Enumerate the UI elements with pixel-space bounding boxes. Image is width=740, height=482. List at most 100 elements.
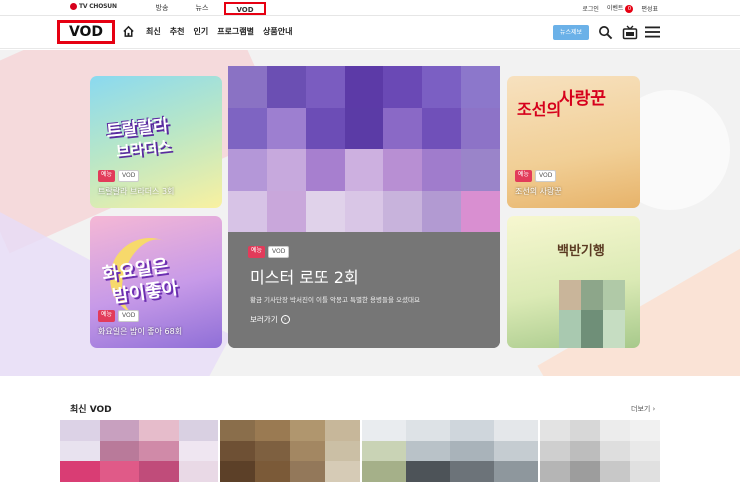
card-title: 트랄랄라 브라더스 3회 [98, 187, 175, 196]
hero-card-trallalla[interactable]: 트랄랄라 브라더스 예능 VOD 트랄랄라 브라더스 3회 [90, 76, 222, 208]
pixel-tile [630, 440, 660, 462]
pixel-tile [60, 440, 100, 462]
genre-tag: 예능 [248, 246, 266, 258]
search-icon[interactable] [598, 25, 613, 40]
pixel-tile [99, 440, 139, 462]
pixel-tile [422, 107, 462, 149]
pixel-tile [139, 461, 179, 482]
latest-vod-list [60, 420, 660, 482]
pixel-tile [305, 190, 345, 232]
top-util-links: 로그인 이벤트 0 편성표 [582, 3, 658, 13]
more-link[interactable]: 더보기 › [631, 404, 655, 414]
pixel-tile [540, 440, 570, 462]
hero-card-joseon-lover[interactable]: 조선의 사랑꾼 예능 VOD 조선의 사랑꾼 [507, 76, 640, 208]
pixel-tile [406, 461, 450, 482]
pixel-tile [461, 149, 500, 191]
pixel-tile [255, 440, 290, 462]
card-title: 조선의 사랑꾼 [515, 187, 562, 196]
vod-logo[interactable]: VOD [57, 20, 115, 44]
top-utility-bar: TV CHOSUN 방송 뉴스 VOD 로그인 이벤트 0 편성표 [0, 0, 740, 16]
pixel-tile [600, 461, 630, 482]
featured-description: 황금 기사단장 박서진이 이틀 악몽고 특별한 용병들을 오셨대요 [250, 296, 420, 304]
pixel-tile [325, 440, 360, 462]
hero-card-tuesday-night[interactable]: 화요일은 밤이좋아 예능 VOD 화요일은 밤이 좋아 68회 [90, 216, 222, 348]
vod-thumbnail[interactable] [362, 420, 538, 482]
event-count-badge: 0 [625, 5, 634, 13]
pixel-tile [266, 190, 306, 232]
card-art-text: 조선의 [517, 100, 562, 119]
home-icon[interactable] [122, 25, 135, 38]
pixel-tile [450, 461, 494, 482]
pixel-tile [228, 107, 267, 149]
pixel-tile [422, 66, 462, 108]
blurred-image [603, 310, 625, 348]
top-nav-vod[interactable]: VOD [224, 2, 266, 15]
top-nav-news[interactable]: 뉴스 [182, 2, 222, 15]
pixel-tile [383, 107, 423, 149]
blurred-image [581, 280, 603, 310]
menu-popular[interactable]: 인기 [193, 26, 208, 37]
card-tags: 예능 VOD [98, 170, 140, 182]
brand-text: TV CHOSUN [79, 3, 117, 10]
pixel-tile [461, 190, 500, 232]
event-link[interactable]: 이벤트 0 [607, 3, 634, 13]
pixel-tile [178, 461, 218, 482]
pixel-tile [99, 461, 139, 482]
watch-now-label: 보러가기 [250, 315, 278, 324]
pixel-tile [228, 66, 267, 108]
event-label: 이벤트 [606, 5, 624, 12]
pixel-tile [266, 107, 306, 149]
top-nav: 방송 뉴스 VOD [142, 2, 266, 15]
card-art-text: 브라더스 [115, 137, 173, 161]
pixel-tile [344, 107, 384, 149]
pixel-tile [305, 66, 345, 108]
news-tip-button[interactable]: 뉴스제보 [553, 25, 589, 40]
pixel-tile [325, 420, 360, 441]
featured-card[interactable] [228, 66, 500, 348]
pixel-tile [406, 440, 450, 462]
vod-tag: VOD [268, 246, 290, 258]
schedule-link[interactable]: 편성표 [641, 4, 658, 13]
brand-logo[interactable]: TV CHOSUN [70, 3, 117, 10]
pixel-tile [255, 420, 290, 441]
featured-title: 미스터 로또 2회 [250, 268, 359, 287]
latest-vod-heading: 최신 VOD [70, 405, 112, 415]
pixel-tile [406, 420, 450, 441]
card-tags: 예능 VOD [515, 170, 557, 182]
pixel-tile [570, 420, 600, 441]
top-nav-broadcast[interactable]: 방송 [142, 2, 182, 15]
vod-tag: VOD [118, 310, 140, 322]
menu-products[interactable]: 상품안내 [263, 26, 292, 37]
menu-recommend[interactable]: 추천 [170, 26, 185, 37]
watch-now-link[interactable]: 보러가기 › [250, 314, 290, 325]
tv-on-air-icon[interactable] [622, 24, 638, 40]
pixel-tile [362, 420, 406, 441]
pixel-tile [60, 420, 100, 441]
pixel-tile [178, 440, 218, 462]
menu-by-program[interactable]: 프로그램별 [217, 26, 254, 37]
vod-thumbnail[interactable] [220, 420, 360, 482]
hamburger-menu-icon[interactable] [645, 26, 660, 38]
pixel-tile [383, 149, 423, 191]
pixel-tile [255, 461, 290, 482]
pixel-tile [344, 149, 384, 191]
vod-thumbnail[interactable] [540, 420, 660, 482]
pixel-tile [383, 66, 423, 108]
arrow-right-icon: › [280, 315, 290, 324]
login-link[interactable]: 로그인 [582, 4, 599, 13]
pixel-tile [290, 461, 325, 482]
pixel-tile [325, 461, 360, 482]
pixel-tile [600, 420, 630, 441]
pixel-tile [461, 66, 500, 108]
card-art-text: 사랑꾼 [559, 89, 606, 109]
pixel-tile [422, 190, 462, 232]
menu-latest[interactable]: 최신 [146, 26, 161, 37]
pixel-tile [494, 420, 538, 441]
card-art-text: 백반기행 [557, 244, 605, 259]
pixel-tile [344, 66, 384, 108]
hero-card-baekban[interactable]: 백반기행 [507, 216, 640, 348]
vod-thumbnail[interactable] [60, 420, 218, 482]
pixel-tile [228, 149, 267, 191]
genre-tag: 예능 [515, 170, 533, 182]
pixel-tile [383, 190, 423, 232]
